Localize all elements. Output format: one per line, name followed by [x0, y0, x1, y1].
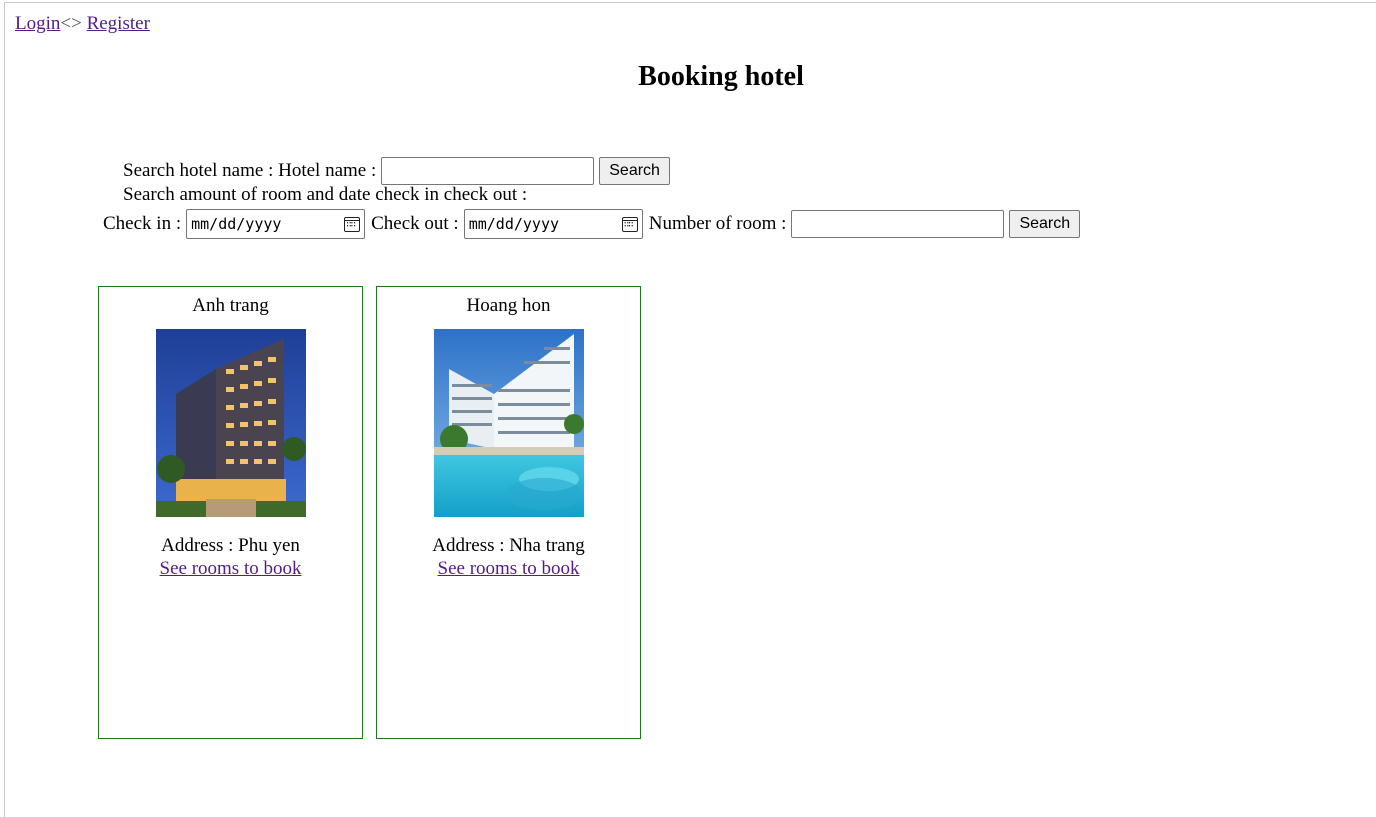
- see-rooms-link[interactable]: See rooms to book: [160, 558, 302, 580]
- search-dates-heading: Search amount of room and date check in …: [123, 184, 528, 205]
- top-nav: Login<> Register: [15, 13, 150, 35]
- hotel-building-night-photo: [155, 329, 306, 517]
- checkout-label: Check out :: [371, 213, 459, 234]
- hotel-address: Address : Phu yen: [161, 535, 300, 556]
- rooms-label: Number of room :: [648, 213, 787, 234]
- see-rooms-link[interactable]: See rooms to book: [438, 558, 580, 580]
- hotel-address: Address : Nha trang: [432, 535, 585, 556]
- search-dates-button[interactable]: Search: [1009, 210, 1081, 238]
- hotel-pool-photo: [433, 329, 584, 517]
- login-link[interactable]: Login: [15, 13, 60, 34]
- calendar-icon[interactable]: [344, 216, 361, 232]
- checkout-placeholder: mm/dd/yyyy: [468, 215, 560, 233]
- checkin-label: Check in :: [103, 213, 182, 234]
- hotel-name: Hoang hon: [466, 295, 551, 316]
- search-name-button[interactable]: Search: [599, 157, 670, 185]
- hotel-name-label: Search hotel name : Hotel name :: [123, 160, 377, 181]
- checkin-date-input[interactable]: mm/dd/yyyy: [186, 209, 366, 239]
- register-link[interactable]: Register: [87, 13, 150, 34]
- search-dates-row: Check in : mm/dd/yyyy Check out : mm/dd/…: [103, 209, 1081, 239]
- nav-separator: <>: [60, 13, 82, 34]
- checkout-date-input[interactable]: mm/dd/yyyy: [463, 209, 643, 239]
- hotel-name: Anh trang: [192, 295, 269, 316]
- search-dates-heading-row: Search amount of room and date check in …: [123, 184, 527, 206]
- hotel-name-input[interactable]: [381, 157, 595, 185]
- rooms-input[interactable]: [791, 210, 1005, 238]
- calendar-icon[interactable]: [621, 216, 638, 232]
- hotel-card: Anh trang Address: Phu yen See rooms to…: [98, 286, 363, 739]
- checkin-placeholder: mm/dd/yyyy: [191, 215, 282, 233]
- search-name-row: Search hotel name : Hotel name : Search: [123, 156, 670, 186]
- page-title: Booking hotel: [638, 61, 804, 92]
- hotel-card: Hoang hon Address: Nha trang See rooms …: [376, 286, 641, 739]
